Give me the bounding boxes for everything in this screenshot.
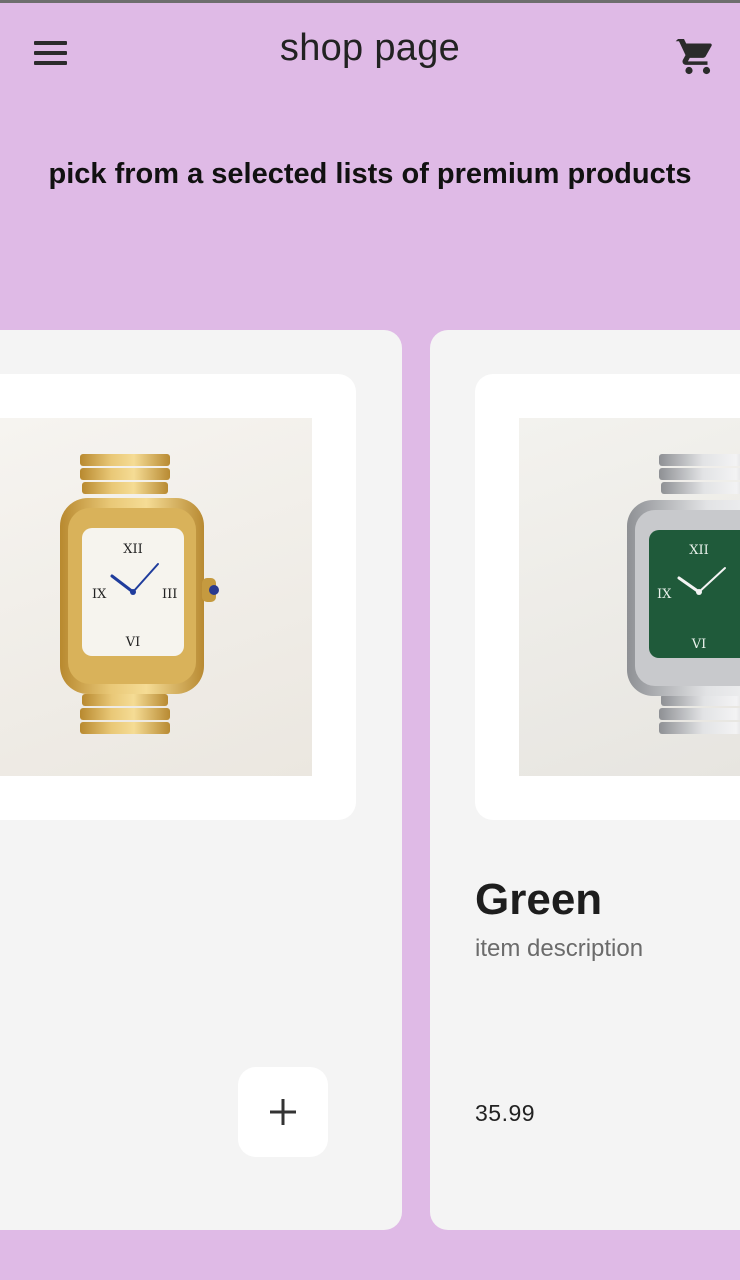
green-dial-watch-image: XII VI IX xyxy=(519,418,740,776)
app-bar: shop page xyxy=(0,3,740,103)
gold-watch-image: XII VI IX III xyxy=(0,418,312,776)
page-subtitle: pick from a selected lists of premium pr… xyxy=(48,158,692,190)
svg-text:VI: VI xyxy=(691,637,707,652)
add-to-cart-button[interactable] xyxy=(238,1067,328,1157)
product-name: Green xyxy=(475,875,603,924)
shopping-cart-icon xyxy=(675,39,712,75)
svg-text:XII: XII xyxy=(123,542,143,557)
page-title: shop page xyxy=(279,27,461,69)
plus-icon xyxy=(270,1099,296,1125)
product-price: 35.99 xyxy=(475,1100,536,1126)
svg-text:XII: XII xyxy=(689,543,709,558)
product-description: item description xyxy=(475,935,644,962)
svg-text:III: III xyxy=(162,587,177,602)
cart-button[interactable] xyxy=(668,29,724,81)
product-card[interactable]: XII VI IX Green item description 35.99 xyxy=(430,330,740,1230)
product-image-frame: XII VI IX xyxy=(475,374,740,820)
svg-text:VI: VI xyxy=(125,635,141,650)
product-image-frame: XII VI IX III xyxy=(0,374,356,820)
product-card[interactable]: XII VI IX III l scription xyxy=(0,330,402,1230)
shop-page: shop page pick from a selected lists of … xyxy=(0,0,740,1280)
svg-text:IX: IX xyxy=(657,587,672,602)
svg-text:IX: IX xyxy=(92,587,107,602)
